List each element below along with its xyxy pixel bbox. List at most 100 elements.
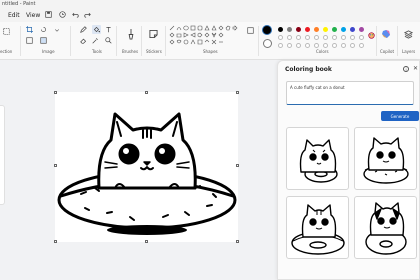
divider [397,26,398,56]
group-label-selection: ection [0,49,13,54]
generate-button[interactable]: Generate [381,111,419,121]
history-icon[interactable] [58,10,66,18]
text-icon[interactable] [105,26,112,33]
palette-swatch[interactable] [323,27,328,32]
palette-swatch[interactable] [287,27,292,32]
palette-swatch[interactable] [314,27,319,32]
panel-title: Coloring book [285,66,332,73]
drawing-canvas[interactable] [55,92,238,242]
palette-swatch[interactable] [305,27,310,32]
resize-handle[interactable] [236,164,239,167]
color-picker-icon[interactable] [92,37,99,44]
magnifier-icon[interactable] [105,37,112,44]
palette-swatch[interactable] [287,43,292,48]
divider [141,26,142,56]
palette-swatch[interactable] [296,35,301,40]
crop-icon[interactable] [26,26,33,33]
info-icon[interactable]: i [403,66,409,72]
palette-swatch[interactable] [314,43,319,48]
eraser-icon[interactable] [80,37,87,44]
secondary-color[interactable] [263,39,272,48]
copilot-icon[interactable] [381,29,391,39]
group-label-image: Image [42,49,55,54]
result-thumbnail-1[interactable] [286,127,349,190]
palette-swatch[interactable] [323,35,328,40]
divider [20,26,21,56]
divider [116,26,117,56]
background-remove-icon[interactable] [40,37,47,44]
divider [165,26,166,56]
group-label-copilot: Copilot [380,49,395,54]
result-thumbnail-2[interactable] [354,127,417,190]
undo-icon[interactable] [71,10,79,18]
resize-handle[interactable] [145,91,148,94]
title-bar: ntitled - Paint [0,0,420,8]
palette-swatch[interactable] [341,27,346,32]
redo-icon[interactable] [83,10,91,18]
cat-donut-drawing [57,112,237,235]
select-icon[interactable] [3,28,10,35]
edit-colors-icon[interactable] [368,32,375,39]
menu-view[interactable]: View [26,12,40,19]
group-label-shapes: Shapes [203,49,218,54]
resize-handle[interactable] [54,164,57,167]
palette-swatch[interactable] [314,35,319,40]
primary-color[interactable] [262,25,272,35]
shapes-gallery[interactable] [169,25,249,46]
resize-icon[interactable] [26,37,33,44]
palette-swatch[interactable] [287,35,292,40]
palette-swatch[interactable] [341,35,346,40]
resize-handle[interactable] [54,240,57,243]
rotate-icon[interactable] [40,26,47,33]
group-label-colors: Colors [316,49,329,54]
prompt-text: A cute fluffy cat on a donut [290,85,345,90]
window-title: ntitled - Paint [2,1,36,7]
palette-swatch[interactable] [305,43,310,48]
save-icon[interactable] [44,10,52,18]
palette-swatch[interactable] [359,27,364,32]
palette-swatch[interactable] [296,43,301,48]
divider [376,26,377,56]
palette-swatch[interactable] [278,43,283,48]
palette-swatch[interactable] [278,35,283,40]
shape-outline-icon[interactable] [247,27,254,34]
palette-swatch[interactable] [332,43,337,48]
layers-icon[interactable] [403,29,413,39]
pencil-icon[interactable] [80,26,87,33]
palette-swatch[interactable] [359,35,364,40]
palette-swatch[interactable] [350,43,355,48]
palette-swatch[interactable] [305,35,310,40]
palette-swatch[interactable] [359,43,364,48]
palette-swatch[interactable] [350,35,355,40]
group-label-stickers: Stickers [146,49,162,54]
resize-handle[interactable] [145,240,148,243]
palette-swatch[interactable] [332,35,337,40]
result-thumbnail-3[interactable] [286,196,349,259]
side-toolbar-edge [0,105,5,205]
result-thumbnail-4[interactable] [354,196,417,259]
dropdown-icon[interactable] [53,26,60,33]
close-icon[interactable]: ✕ [413,65,418,72]
fill-icon[interactable] [92,25,101,34]
resize-handle[interactable] [54,91,57,94]
palette-swatch[interactable] [278,27,283,32]
group-label-brushes: Brushes [122,49,139,54]
resize-handle[interactable] [236,91,239,94]
ribbon: ection Image Tools Brushes Stickers Shap… [0,22,420,60]
palette-swatch[interactable] [341,43,346,48]
brush-icon[interactable] [126,28,135,40]
menu-edit[interactable]: Edit [8,12,20,19]
group-label-layers: Layers [402,49,416,54]
palette-swatch[interactable] [350,27,355,32]
group-label-tools: Tools [92,49,102,54]
resize-handle[interactable] [236,240,239,243]
palette-swatch[interactable] [332,27,337,32]
prompt-input[interactable]: A cute fluffy cat on a donut [286,81,414,105]
divider [258,26,259,56]
palette-swatch[interactable] [296,27,301,32]
coloring-book-panel: Coloring book i ✕ A cute fluffy cat on a… [277,60,420,280]
sticker-icon[interactable] [149,28,158,40]
menu-bar: Edit View [0,8,420,22]
palette-swatch[interactable] [323,43,328,48]
divider [70,26,71,56]
